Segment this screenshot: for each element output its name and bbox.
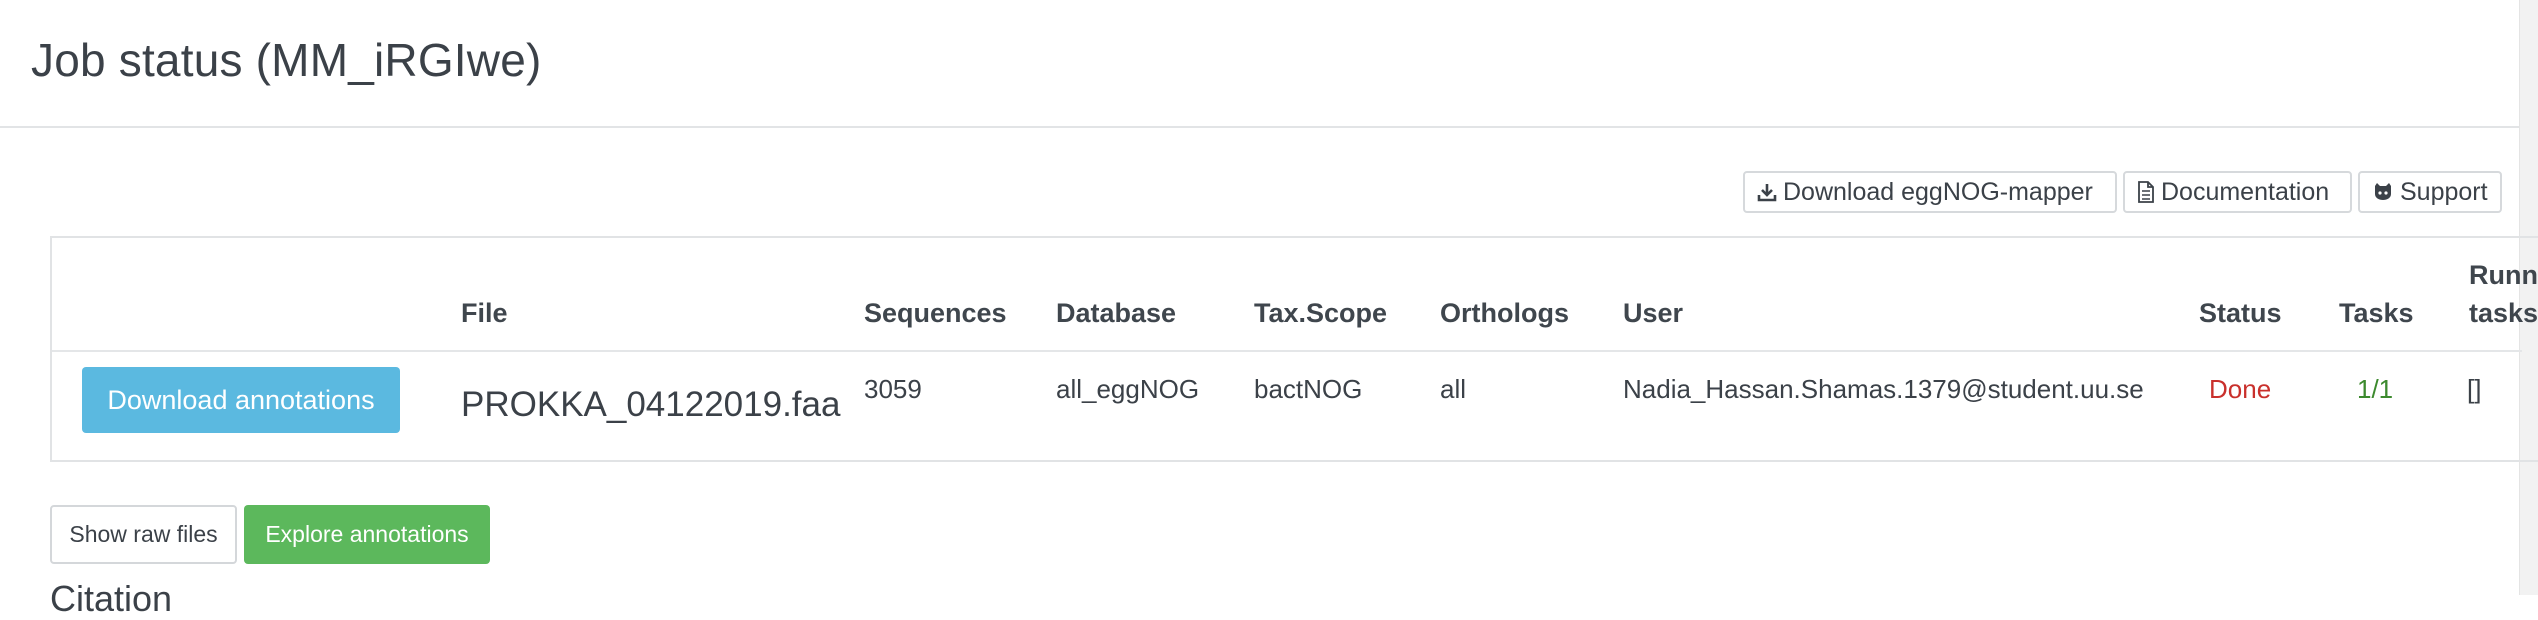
- tasks-value: 1/1: [2357, 374, 2394, 404]
- column-header-file: File: [461, 298, 508, 328]
- database-value: all_eggNOG: [1056, 374, 1200, 404]
- sequences-value: 3059: [864, 374, 922, 404]
- column-header-user: User: [1623, 298, 1684, 328]
- column-header-running-line1: Running: [2469, 260, 2538, 290]
- explore-annotations-button[interactable]: Explore annotations: [244, 505, 490, 564]
- column-header-tax-scope: Tax.Scope: [1254, 298, 1388, 328]
- user-email: Nadia_Hassan.Shamas.1379@student.uu.se: [1623, 374, 2144, 404]
- show-raw-files-label: Show raw files: [69, 521, 218, 547]
- documentation-button[interactable]: Documentation: [2123, 171, 2352, 213]
- page-header: Job status (MM_iRGIwe): [0, 0, 2520, 128]
- download-icon: [1757, 182, 1777, 202]
- status-badge: Done: [2209, 374, 2272, 404]
- support-label: Support: [2400, 177, 2488, 206]
- document-icon: [2137, 181, 2155, 203]
- download-annotations-button[interactable]: Download annotations: [82, 367, 400, 433]
- running-tasks-value: []: [2467, 374, 2482, 404]
- table-header-divider: [52, 350, 2522, 352]
- column-header-database: Database: [1056, 298, 1177, 328]
- column-header-orthologs: Orthologs: [1440, 298, 1569, 328]
- tax-scope-value: bactNOG: [1254, 374, 1363, 404]
- show-raw-files-button[interactable]: Show raw files: [50, 505, 237, 564]
- documentation-label: Documentation: [2161, 177, 2330, 206]
- github-icon: [2372, 182, 2394, 202]
- explore-annotations-label: Explore annotations: [265, 521, 469, 547]
- file-name: PROKKA_04122019.faa: [461, 385, 841, 424]
- download-eggnog-mapper-label: Download eggNOG-mapper: [1783, 177, 2093, 206]
- support-button[interactable]: Support: [2358, 171, 2502, 213]
- column-header-status: Status: [2199, 298, 2282, 328]
- download-annotations-label: Download annotations: [107, 384, 375, 415]
- column-header-sequences: Sequences: [864, 298, 1007, 328]
- column-header-running-line2: tasks: [2469, 298, 2538, 328]
- job-table: [50, 236, 2538, 462]
- download-eggnog-mapper-button[interactable]: Download eggNOG-mapper: [1743, 171, 2117, 213]
- page-title: Job status (MM_iRGIwe): [31, 34, 542, 86]
- orthologs-value: all: [1440, 374, 1467, 404]
- column-header-tasks: Tasks: [2339, 298, 2414, 328]
- citation-heading: Citation: [50, 578, 173, 619]
